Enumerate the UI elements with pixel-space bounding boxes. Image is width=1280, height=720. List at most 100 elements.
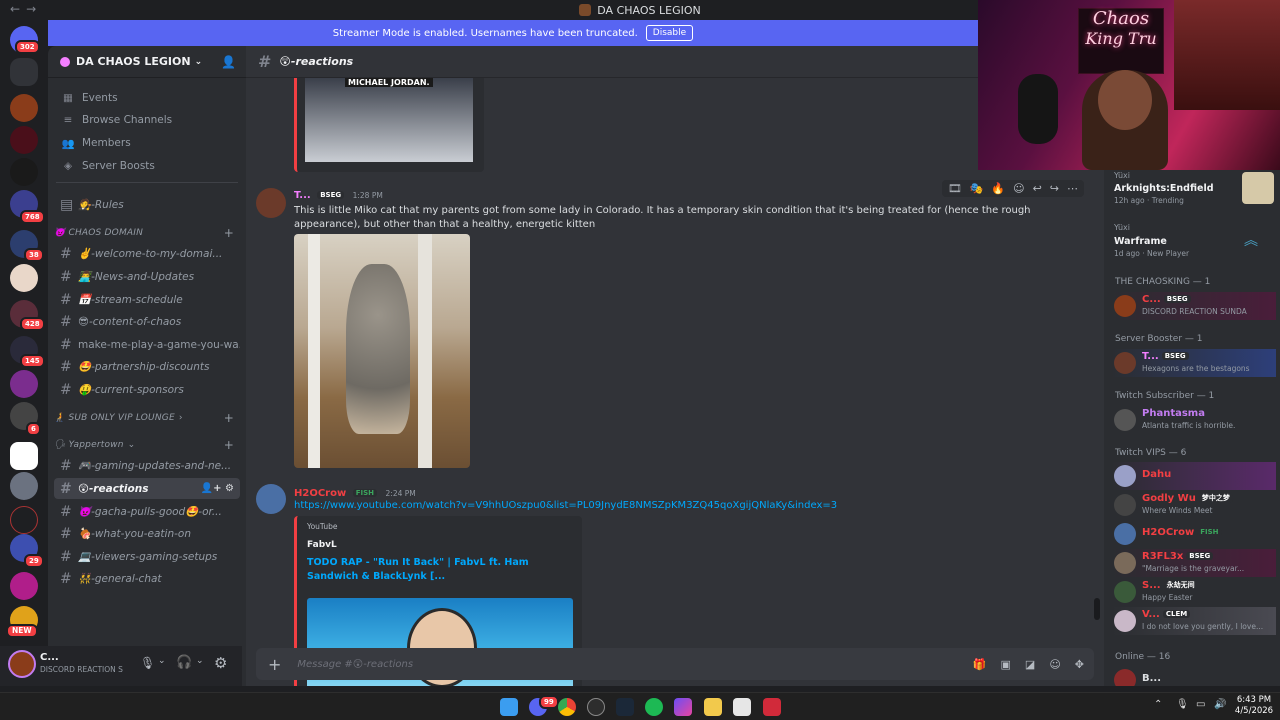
member-status: "Marriage is the graveyar... [1142,564,1245,573]
channel-gaming-setups[interactable]: # 💻-viewers-gaming-setups [54,546,240,567]
message-author[interactable]: H2OCrow [294,488,346,499]
volume-icon[interactable]: 🔊 [1214,699,1226,710]
server-icon-6[interactable] [10,472,38,500]
channel-stream-schedule[interactable]: # 📅-stream-schedule [54,289,240,310]
member-row[interactable]: Phantasma Atlanta traffic is horrible. [1112,406,1276,434]
back-arrow-icon[interactable]: ← [10,2,26,16]
emoji-icon[interactable]: ☺ [1049,658,1060,671]
sidebar-item-server-boosts[interactable]: ◈ Server Boosts [54,156,240,176]
reaction-icon[interactable]: 🎭 [970,182,984,195]
nav-arrows[interactable]: ←→ [10,2,42,16]
server-icon-8[interactable] [10,572,38,600]
cat-photo[interactable] [294,234,470,468]
embed-title[interactable]: TODO RAP - "Run It Back" | FabvL ft. Ham… [307,556,571,584]
reply-icon[interactable]: ↩ [1033,182,1042,195]
guild-header[interactable]: DA CHAOS LEGION ⌄ 👤 [48,46,246,78]
scrollbar-thumb[interactable] [1094,598,1100,620]
chevron-up-icon[interactable]: ⌃ [1154,699,1162,710]
more-icon[interactable]: ⋯ [1067,182,1078,195]
avatar[interactable] [8,650,36,678]
hourglass-icon[interactable] [10,58,38,86]
copilot-icon[interactable] [674,698,692,716]
gear-icon[interactable]: ⚙ [214,654,227,672]
server-icon-chaos[interactable] [10,94,38,122]
member-row[interactable]: C... BSEG DISCORD REACTION SUNDA [1112,292,1276,320]
app-icon[interactable] [587,698,605,716]
app-icon-red[interactable] [763,698,781,716]
server-icon-creator[interactable] [10,442,38,470]
channel-title: 😲-reactions [279,55,354,68]
avatar[interactable] [256,484,286,514]
apps-icon[interactable]: ✥ [1075,658,1084,671]
disable-streamer-mode-button[interactable]: Disable [645,25,694,41]
channel-make-me-play[interactable]: # make-me-play-a-game-you-wa... [54,334,240,355]
message-input[interactable]: Message #😲-reactions [297,659,413,670]
channel-content[interactable]: # 😎-content-of-chaos [54,311,240,332]
server-icon-7[interactable] [10,506,38,534]
embed-image[interactable]: MICHAEL JORDAN. [305,78,473,162]
add-channel-icon[interactable]: + [224,226,234,240]
add-channel-icon[interactable]: + [224,438,234,452]
sticker-icon[interactable]: ◪ [1025,658,1035,671]
sidebar-item-browse-channels[interactable]: ≡ Browse Channels [54,110,240,130]
channel-sponsors[interactable]: # 🤑-current-sponsors [54,379,240,400]
forward-icon[interactable]: ↪ [1050,182,1059,195]
chevron-down-icon[interactable]: ⌄ [196,656,204,666]
windows-start-icon[interactable] [500,698,518,716]
server-icon-4[interactable] [10,264,38,292]
channel-gacha-pulls[interactable]: # 👿-gacha-pulls-good🤩-or... [54,501,240,522]
channel-news[interactable]: # 👨‍💻-News-and-Updates [54,266,240,287]
channel-welcome[interactable]: # ✌️-welcome-to-my-domai... [54,243,240,264]
steam-icon[interactable] [616,698,634,716]
invite-people-icon[interactable]: 👤 [221,55,236,69]
channel-partnership[interactable]: # 🤩-partnership-discounts [54,356,240,377]
category-yappertown[interactable]: 🗣 Yappertown ⌄ + [54,438,240,452]
spotify-icon[interactable] [645,698,663,716]
add-reaction-icon[interactable]: ☺ [1013,182,1024,195]
member-row[interactable]: H2OCrow FISH [1112,520,1276,548]
server-icon-3[interactable] [10,158,38,186]
gif-icon[interactable]: ▣ [1001,658,1011,671]
taskbar-clock[interactable]: 6:43 PM 4/5/2026 [1232,695,1276,717]
fire-icon[interactable]: 🔥 [991,182,1005,195]
store-icon[interactable] [733,698,751,716]
forward-arrow-icon[interactable]: → [26,2,42,16]
member-row[interactable]: B... [1112,666,1276,686]
add-channel-icon[interactable]: + [224,411,234,425]
channel-general-chat[interactable]: # 👯-general-chat [54,568,240,589]
channel-settings-icon[interactable]: 👤+ ⚙ [201,483,234,494]
member-row[interactable]: T... BSEG Hexagons are the bestagons [1112,349,1276,377]
member-row[interactable]: S... 永劫无间 Happy Easter [1112,578,1276,606]
activity-card[interactable]: Yüxi Arknights:Endfield 12h ago · Trendi… [1112,170,1276,206]
channel-reactions[interactable]: # 😲-reactions 👤+ ⚙ [54,478,240,499]
gift-icon[interactable]: 🎁 [973,658,987,671]
member-row[interactable]: V... CLEM I do not love you gently, I lov… [1112,607,1276,635]
message-link[interactable]: https://www.youtube.com/watch?v=V9hhUOsz… [294,500,1074,511]
add-attachment-icon[interactable]: + [268,655,281,674]
network-icon[interactable]: ▭ [1196,699,1205,710]
member-row[interactable]: Godly Wu 梦中之梦 Where Winds Meet [1112,491,1276,519]
sidebar-item-events[interactable]: ▦ Events [54,88,240,108]
chrome-icon[interactable] [558,698,576,716]
sidebar-item-members[interactable]: 👥 Members [54,133,240,153]
activity-card[interactable]: Yüxi Warframe 1d ago · New Player ︽ [1112,222,1276,258]
channel-what-you-eatin[interactable]: # 🍖-what-you-eatin-on [54,523,240,544]
server-icon-5[interactable] [10,370,38,398]
chevron-down-icon[interactable]: ⌄ [158,656,166,666]
message-author[interactable]: T... [294,190,311,201]
category-chaos-domain[interactable]: 👿 CHAOS DOMAIN + [54,226,240,240]
channel-rules[interactable]: ▤ 🧑‍⚖️-Rules [54,194,240,215]
microphone-icon[interactable]: 🎙 [140,656,155,670]
message-composer[interactable]: + Message #😲-reactions 🎁 ▣ ◪ ☺ ✥ [256,648,1094,680]
headphones-icon[interactable]: 🎧 [176,655,192,670]
category-vip-lounge[interactable]: 🧎 SUB ONLY VIP LOUNGE › + [54,411,240,425]
channel-gaming-updates[interactable]: # 🎮-gaming-updates-and-ne... [54,455,240,476]
reaction-icon[interactable]: 🎞 [948,182,962,195]
avatar[interactable] [256,188,286,218]
embed-author[interactable]: FabvL [307,540,337,550]
member-row[interactable]: R3FL3x BSEG "Marriage is the graveyar... [1112,549,1276,577]
file-explorer-icon[interactable] [704,698,722,716]
server-icon-2[interactable] [10,126,38,154]
microphone-tray-icon[interactable]: 🎙 [1176,699,1189,710]
member-row[interactable]: Dahu [1112,462,1276,490]
